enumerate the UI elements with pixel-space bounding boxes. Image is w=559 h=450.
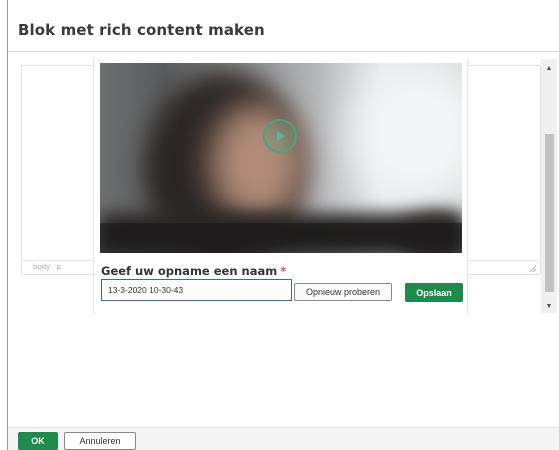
- recording-name-input[interactable]: [101, 279, 292, 301]
- title-divider: [8, 51, 559, 52]
- path-item-body[interactable]: body: [33, 263, 50, 271]
- play-icon: [277, 131, 285, 141]
- required-marker: *: [280, 264, 287, 278]
- dialog-title: Blok met rich content maken: [18, 21, 265, 39]
- recording-name-label-text: Geef uw opname een naam: [101, 264, 278, 278]
- vertical-scrollbar[interactable]: ▲ ▼: [541, 59, 557, 313]
- retry-button[interactable]: Opnieuw proberen: [294, 283, 392, 301]
- dialog-left-border: [7, 0, 8, 450]
- ok-button[interactable]: OK: [18, 432, 58, 450]
- video-recorder-panel: Geef uw opname een naam* Opnieuw probere…: [93, 59, 468, 314]
- recording-name-label: Geef uw opname een naam *: [101, 264, 286, 278]
- element-path: body p: [33, 263, 61, 271]
- play-button[interactable]: [263, 119, 297, 153]
- path-item-p[interactable]: p: [57, 263, 61, 271]
- video-preview[interactable]: [100, 63, 462, 253]
- cancel-button[interactable]: Annuleren: [64, 432, 136, 450]
- video-person-face: [210, 103, 305, 223]
- rich-content-dialog: Blok met rich content maken body p ▲ ▼ G…: [0, 0, 559, 450]
- video-control-bar: [100, 223, 462, 253]
- video-background-light: [350, 63, 462, 203]
- save-button[interactable]: Opslaan: [405, 283, 463, 302]
- scroll-up-icon[interactable]: ▲: [541, 61, 557, 75]
- scroll-down-icon[interactable]: ▼: [541, 299, 557, 313]
- scroll-thumb[interactable]: [545, 134, 554, 292]
- resize-handle-icon[interactable]: [529, 265, 537, 273]
